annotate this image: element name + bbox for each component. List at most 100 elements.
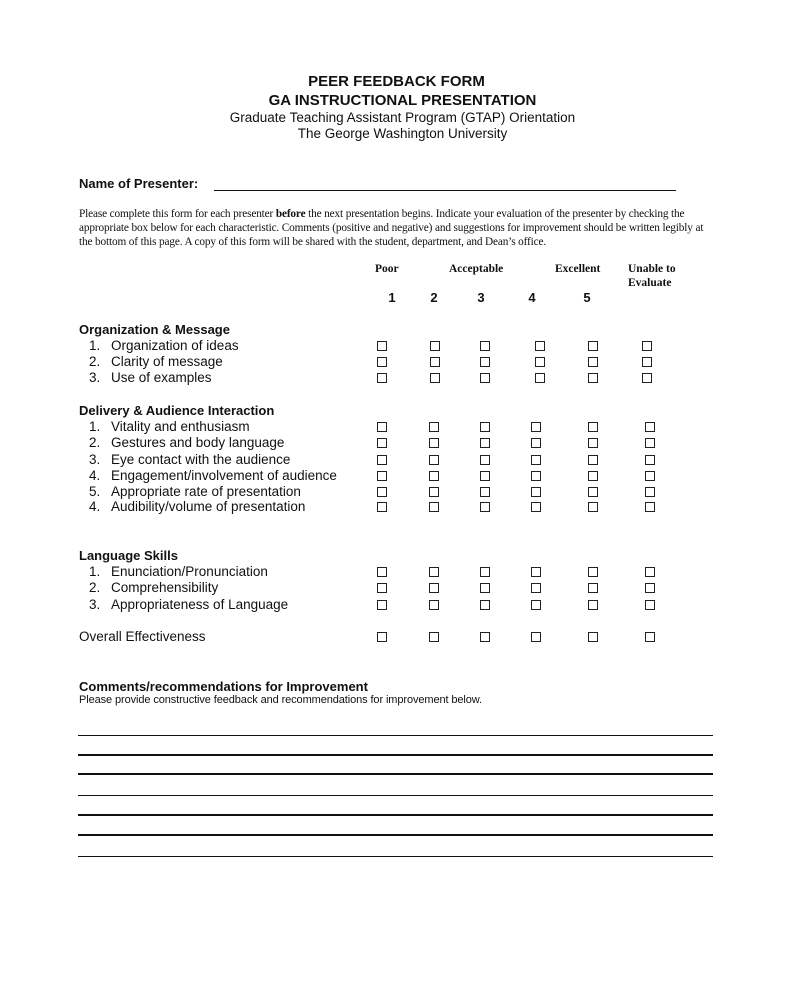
rating-checkbox[interactable] [588, 567, 598, 577]
scale-label-excellent: Excellent [555, 263, 601, 275]
rating-checkbox[interactable] [377, 583, 387, 593]
rating-checkbox[interactable] [588, 487, 598, 497]
comment-line[interactable] [78, 754, 713, 756]
rating-checkbox[interactable] [531, 471, 541, 481]
rating-checkbox[interactable] [429, 455, 439, 465]
rating-checkbox[interactable] [588, 422, 598, 432]
rating-checkbox[interactable] [531, 438, 541, 448]
rating-checkbox[interactable] [531, 583, 541, 593]
rating-checkbox[interactable] [429, 438, 439, 448]
rating-checkbox[interactable] [480, 438, 490, 448]
rating-checkbox[interactable] [377, 502, 387, 512]
university-name: The George Washington University [297, 126, 508, 141]
rating-checkbox[interactable] [377, 357, 387, 367]
rating-checkbox[interactable] [429, 422, 439, 432]
rating-checkbox[interactable] [429, 600, 439, 610]
rating-checkbox[interactable] [377, 471, 387, 481]
comment-line[interactable] [78, 856, 713, 857]
rating-checkbox[interactable] [531, 422, 541, 432]
comments-instructions: Please provide constructive feedback and… [79, 694, 482, 706]
rating-checkbox[interactable] [480, 632, 490, 642]
rating-checkbox[interactable] [645, 422, 655, 432]
rating-checkbox[interactable] [645, 502, 655, 512]
section-title-organization: Organization & Message [79, 322, 230, 337]
rating-checkbox[interactable] [430, 357, 440, 367]
rating-checkbox[interactable] [377, 487, 387, 497]
rating-checkbox[interactable] [535, 341, 545, 351]
instructions-part1: Please complete this form for each prese… [79, 208, 276, 220]
rating-checkbox[interactable] [480, 600, 490, 610]
rating-checkbox[interactable] [429, 583, 439, 593]
rating-checkbox[interactable] [645, 632, 655, 642]
rating-checkbox[interactable] [588, 502, 598, 512]
rating-checkbox[interactable] [645, 455, 655, 465]
rating-checkbox[interactable] [377, 341, 387, 351]
rating-checkbox[interactable] [429, 471, 439, 481]
rating-checkbox[interactable] [531, 567, 541, 577]
rating-checkbox[interactable] [429, 567, 439, 577]
criterion-label: 1. Enunciation/Pronunciation [89, 564, 268, 579]
rating-checkbox[interactable] [645, 583, 655, 593]
rating-checkbox[interactable] [377, 600, 387, 610]
rating-checkbox[interactable] [588, 455, 598, 465]
rating-checkbox[interactable] [642, 341, 652, 351]
overall-effectiveness-label: Overall Effectiveness [79, 629, 206, 644]
instructions-paragraph: Please complete this form for each prese… [79, 207, 719, 249]
presenter-name-underline [214, 190, 676, 191]
rating-checkbox[interactable] [588, 471, 598, 481]
rating-checkbox[interactable] [531, 487, 541, 497]
comment-line[interactable] [78, 814, 713, 816]
rating-checkbox[interactable] [531, 455, 541, 465]
rating-checkbox[interactable] [531, 502, 541, 512]
comment-line[interactable] [78, 773, 713, 775]
rating-checkbox[interactable] [480, 471, 490, 481]
rating-checkbox[interactable] [480, 487, 490, 497]
rating-checkbox[interactable] [588, 341, 598, 351]
rating-checkbox[interactable] [480, 455, 490, 465]
rating-checkbox[interactable] [535, 373, 545, 383]
rating-checkbox[interactable] [645, 487, 655, 497]
rating-checkbox[interactable] [480, 422, 490, 432]
instructions-emphasis: before [275, 208, 306, 220]
comment-line[interactable] [78, 735, 713, 736]
rating-checkbox[interactable] [588, 583, 598, 593]
form-title: PEER FEEDBACK FORM [308, 73, 485, 90]
comment-line[interactable] [78, 795, 713, 796]
comment-line[interactable] [78, 834, 713, 836]
rating-checkbox[interactable] [645, 600, 655, 610]
rating-checkbox[interactable] [588, 438, 598, 448]
rating-checkbox[interactable] [642, 357, 652, 367]
presenter-name-row: Name of Presenter: [79, 174, 679, 194]
form-header: PEER FEEDBACK FORM GA INSTRUCTIONAL PRES… [0, 72, 805, 142]
rating-checkbox[interactable] [480, 357, 490, 367]
rating-checkbox[interactable] [480, 583, 490, 593]
rating-checkbox[interactable] [645, 438, 655, 448]
rating-checkbox[interactable] [429, 632, 439, 642]
rating-checkbox[interactable] [480, 502, 490, 512]
rating-checkbox[interactable] [588, 373, 598, 383]
rating-checkbox[interactable] [480, 567, 490, 577]
rating-checkbox[interactable] [531, 600, 541, 610]
rating-checkbox[interactable] [480, 341, 490, 351]
rating-checkbox[interactable] [430, 373, 440, 383]
rating-checkbox[interactable] [377, 632, 387, 642]
rating-checkbox[interactable] [377, 422, 387, 432]
rating-checkbox[interactable] [645, 567, 655, 577]
rating-checkbox[interactable] [480, 373, 490, 383]
rating-checkbox[interactable] [535, 357, 545, 367]
rating-checkbox[interactable] [377, 438, 387, 448]
presenter-name-field[interactable] [214, 174, 676, 190]
rating-checkbox[interactable] [588, 357, 598, 367]
rating-checkbox[interactable] [429, 487, 439, 497]
rating-checkbox[interactable] [588, 600, 598, 610]
rating-checkbox[interactable] [531, 632, 541, 642]
rating-checkbox[interactable] [429, 502, 439, 512]
rating-checkbox[interactable] [377, 373, 387, 383]
rating-checkbox[interactable] [377, 567, 387, 577]
criterion-label: 2. Comprehensibility [89, 580, 219, 595]
rating-checkbox[interactable] [588, 632, 598, 642]
rating-checkbox[interactable] [642, 373, 652, 383]
rating-checkbox[interactable] [645, 471, 655, 481]
rating-checkbox[interactable] [377, 455, 387, 465]
rating-checkbox[interactable] [430, 341, 440, 351]
